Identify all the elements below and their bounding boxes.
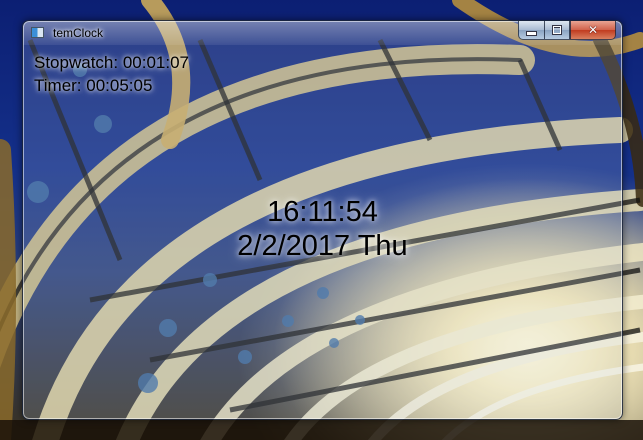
caption-buttons: ✕ (518, 21, 616, 40)
minimize-button[interactable] (518, 21, 544, 40)
clock-display-area: Stopwatch: 00:01:07 Timer: 00:05:05 16:1… (23, 45, 622, 419)
minimize-icon (526, 30, 537, 36)
temclock-window[interactable]: temClock ✕ Stopwatch: 00:01:07 Timer: 00… (22, 20, 623, 420)
maximize-button[interactable] (544, 21, 570, 40)
close-button[interactable]: ✕ (570, 21, 616, 40)
app-icon[interactable] (31, 27, 44, 38)
current-date: 2/2/2017 Thu (237, 230, 408, 262)
close-icon: ✕ (587, 23, 599, 37)
maximize-icon (552, 25, 562, 35)
stopwatch-readout: Stopwatch: 00:01:07 (34, 53, 190, 72)
window-title: temClock (53, 26, 104, 40)
timer-readout: Timer: 00:05:05 (34, 76, 153, 95)
title-bar[interactable]: temClock ✕ (23, 21, 622, 45)
current-time: 16:11:54 (267, 196, 378, 228)
